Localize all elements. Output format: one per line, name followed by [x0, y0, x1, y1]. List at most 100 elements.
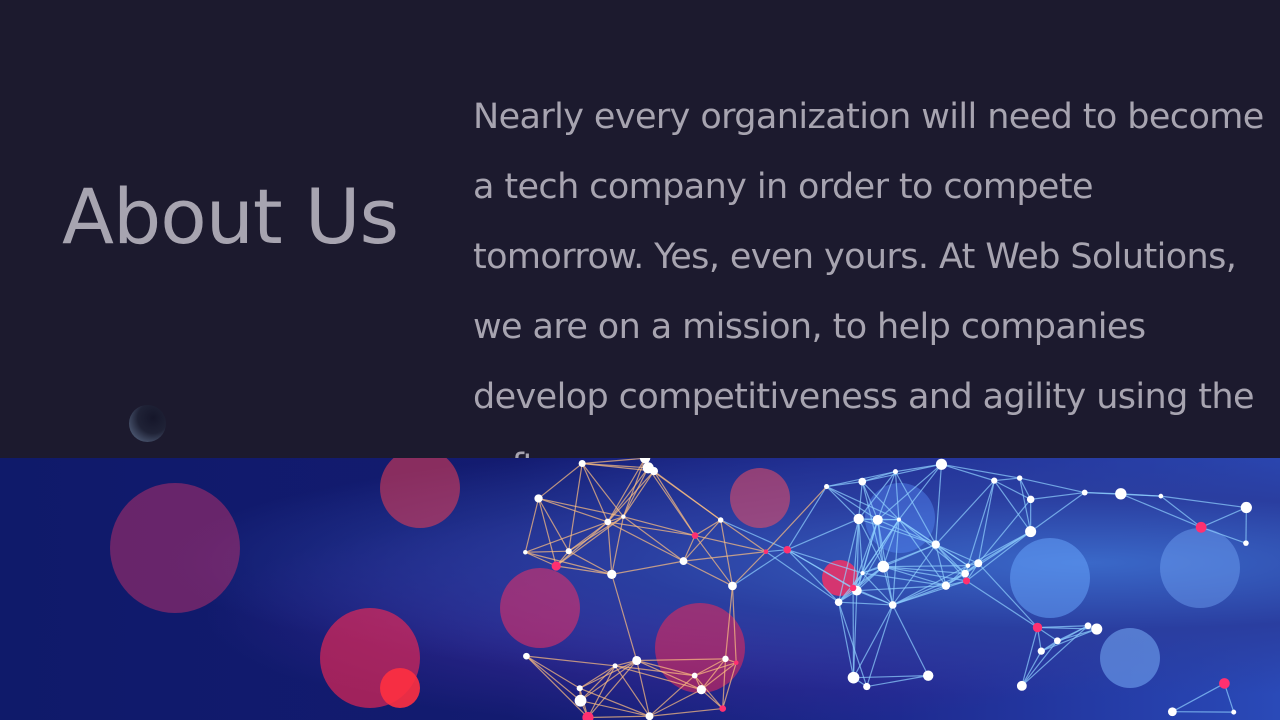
decorative-orb-icon [129, 405, 166, 442]
network-link [858, 481, 863, 519]
bokeh-light [110, 483, 240, 613]
network-link [581, 463, 609, 523]
network-link [538, 498, 570, 552]
network-link [622, 470, 655, 517]
network-link [607, 467, 649, 523]
network-node [896, 517, 902, 522]
network-node [961, 569, 970, 578]
network-graphic [110, 458, 1252, 720]
network-node [679, 557, 688, 566]
network-link [977, 480, 995, 564]
network-node [1032, 622, 1043, 633]
bokeh-light [500, 568, 580, 648]
network-node [965, 563, 971, 568]
network-node [1053, 637, 1061, 645]
network-node [858, 477, 867, 486]
network-node [1016, 680, 1027, 691]
network-link [587, 715, 650, 719]
network-node [922, 670, 934, 681]
network-link [1172, 682, 1225, 713]
network-link [555, 516, 624, 567]
network-link [647, 467, 722, 521]
network-node [824, 484, 830, 490]
network-node [935, 458, 948, 470]
network-node [1025, 526, 1037, 538]
network-link [683, 560, 733, 587]
bokeh-light [1010, 538, 1090, 618]
network-node [578, 459, 586, 468]
network-link [525, 550, 569, 553]
network-node [1016, 475, 1023, 481]
network-node [523, 550, 528, 555]
network-link [1021, 625, 1089, 687]
network-node [1037, 647, 1045, 655]
network-link [568, 516, 624, 552]
bokeh-light [1160, 528, 1240, 608]
network-link [611, 560, 684, 575]
network-link [582, 458, 646, 465]
network-link [1021, 640, 1058, 687]
network-node [962, 577, 971, 585]
network-node [691, 672, 698, 679]
bokeh-light [380, 458, 460, 528]
network-link [1021, 627, 1039, 686]
network-node [1091, 623, 1103, 635]
network-link [892, 580, 967, 606]
network-link [1041, 628, 1097, 652]
network-node [574, 694, 587, 707]
network-node [691, 532, 699, 539]
network-node [728, 581, 737, 591]
network-link [580, 659, 638, 702]
network-node [1195, 521, 1207, 533]
network-node [551, 561, 561, 571]
network-node [877, 560, 890, 573]
bokeh-light [380, 668, 420, 708]
network-node [1240, 501, 1252, 514]
network-link [826, 486, 860, 520]
network-link [538, 463, 583, 499]
network-node [931, 540, 940, 549]
network-link [623, 516, 684, 562]
network-node [783, 545, 792, 554]
network-node [863, 682, 871, 691]
network-node [696, 685, 706, 695]
network-node [1115, 488, 1127, 500]
slide-body-text: Nearly every organization will need to b… [473, 97, 1264, 487]
network-node [719, 705, 727, 712]
bokeh-light [1100, 628, 1160, 688]
network-link [587, 665, 616, 718]
network-node [604, 518, 612, 526]
network-link [787, 518, 859, 551]
network-link [720, 519, 734, 587]
network-link [1037, 625, 1089, 629]
network-node [763, 549, 769, 555]
network-link [892, 604, 929, 676]
network-node [1219, 678, 1230, 689]
network-link [524, 498, 540, 553]
network-node [853, 513, 864, 525]
network-node [849, 584, 857, 592]
network-node [1243, 540, 1249, 546]
network-node [847, 671, 860, 684]
network-node [892, 469, 898, 475]
network-link [786, 486, 828, 551]
network-node [717, 517, 724, 523]
network-bokeh-image [0, 458, 1280, 720]
network-node [733, 660, 739, 666]
network-node [607, 569, 617, 580]
network-link [682, 535, 696, 562]
network-node [834, 598, 843, 607]
network-link [838, 601, 893, 606]
network-node [974, 559, 983, 568]
network-node [612, 663, 618, 669]
network-link [892, 565, 969, 606]
network-link [611, 574, 638, 661]
network-node [722, 655, 729, 663]
network-node [576, 685, 583, 692]
network-node [991, 477, 998, 484]
network-node [534, 494, 543, 503]
network-link [649, 707, 723, 717]
network-link [1019, 477, 1085, 494]
network-node [888, 601, 897, 609]
network-link [607, 521, 613, 575]
